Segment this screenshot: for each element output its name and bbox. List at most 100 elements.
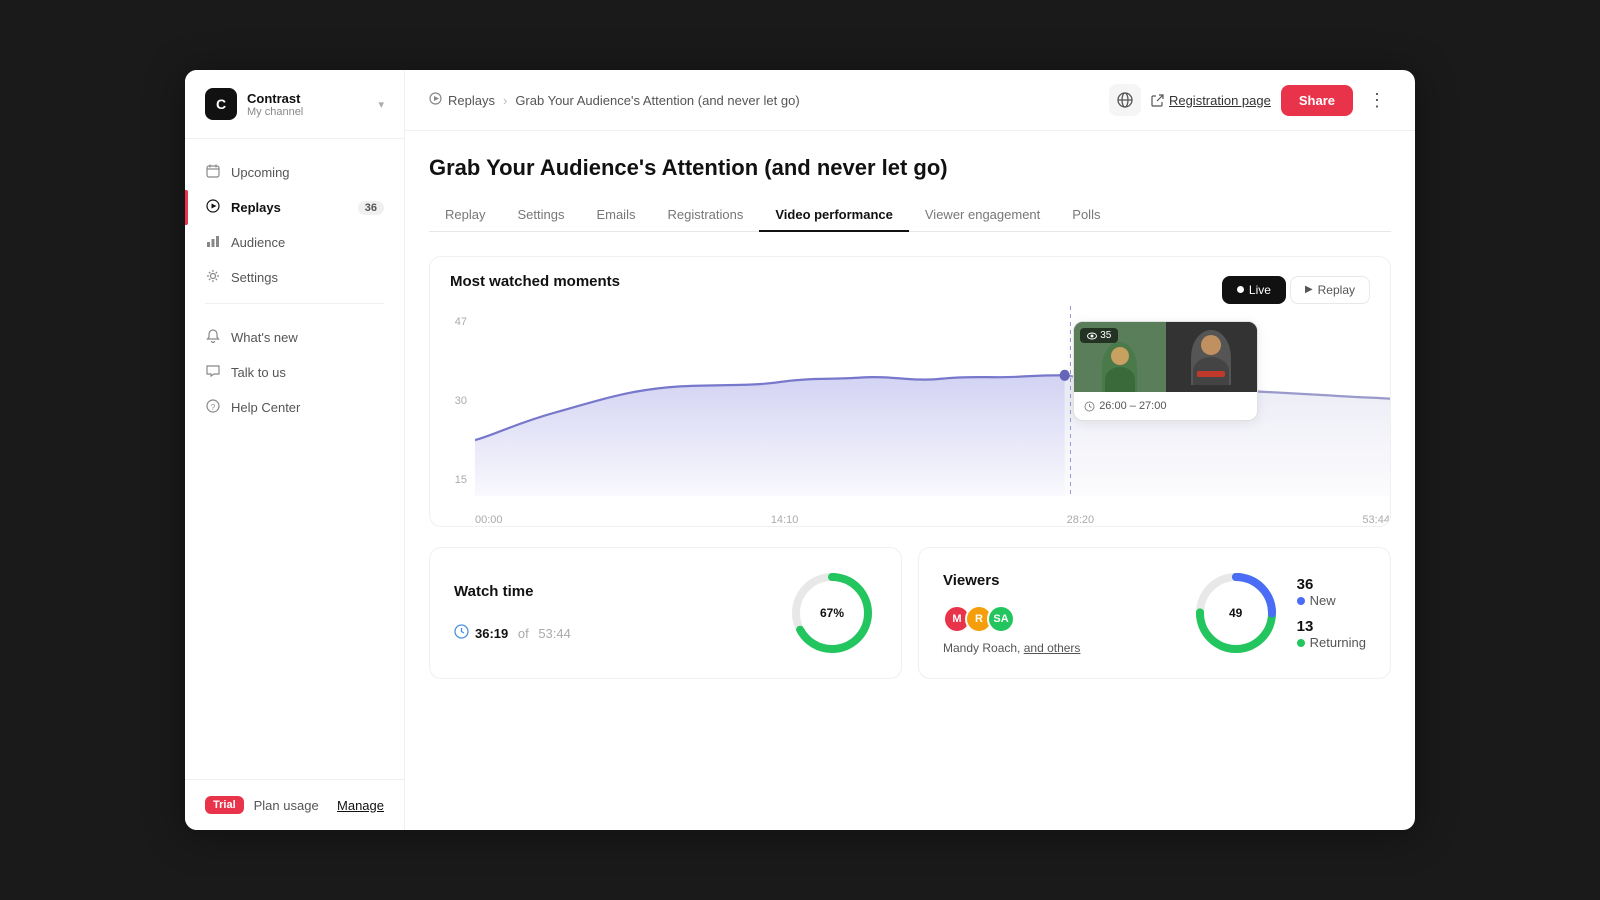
tooltip-preview: 35 (1074, 322, 1257, 392)
x-label-3: 53:44 (1362, 514, 1390, 526)
y-label-30: 30 (430, 395, 475, 407)
viewers-card: Viewers M R SA Mandy Roach, and others (918, 547, 1391, 679)
calendar-icon (205, 164, 221, 181)
audience-label: Audience (231, 235, 285, 250)
replays-badge: 36 (358, 201, 384, 215)
sidebar-item-upcoming[interactable]: Upcoming (185, 155, 404, 190)
settings-icon (205, 269, 221, 286)
watch-time-watched: 36:19 (475, 626, 508, 641)
breadcrumb-root-label: Replays (448, 93, 495, 108)
svg-text:?: ? (211, 403, 216, 412)
viewers-count: 49 (1229, 604, 1242, 622)
sidebar-item-audience[interactable]: Audience (185, 225, 404, 260)
sidebar-item-help-center[interactable]: ? Help Center (185, 390, 404, 425)
sidebar-item-talk-to-us[interactable]: Talk to us (185, 355, 404, 390)
nav-divider (205, 303, 384, 304)
viewers-names: Mandy Roach, and others (943, 641, 1191, 655)
watch-time-donut: 67% (787, 568, 877, 658)
watch-time-info: Watch time 36:19 of 53:44 (454, 583, 787, 643)
avatar-3: SA (987, 605, 1015, 633)
y-label-47: 47 (430, 316, 475, 328)
legend-returning: 13 Returning (1297, 618, 1366, 650)
toggle-replay-button[interactable]: ▶ Replay (1290, 276, 1370, 304)
breadcrumb-separator: › (503, 93, 507, 108)
y-label-15: 15 (430, 474, 475, 486)
tab-viewer-engagement[interactable]: Viewer engagement (909, 199, 1056, 232)
watch-time-value: 36:19 of 53:44 (454, 624, 787, 643)
sidebar: C Contrast My channel ▾ Upcoming (185, 70, 405, 830)
replay-icon (205, 199, 221, 216)
chart-toggle: Live ▶ Replay (1222, 276, 1370, 304)
topbar-actions: Registration page Share ⋮ (1109, 84, 1391, 116)
app-name: Contrast (247, 91, 368, 106)
manage-link[interactable]: Manage (337, 798, 384, 813)
talk-to-us-label: Talk to us (231, 365, 286, 380)
upcoming-label: Upcoming (231, 165, 290, 180)
and-others-link[interactable]: and others (1024, 641, 1081, 655)
chart-wrapper: 47 30 15 (430, 306, 1390, 526)
returning-count: 13 (1297, 618, 1366, 635)
main-content: Replays › Grab Your Audience's Attention… (405, 70, 1415, 830)
registration-page-button[interactable]: Registration page (1151, 93, 1271, 108)
x-label-0: 00:00 (475, 514, 503, 526)
chart-x-labels: 00:00 14:10 28:20 53:44 (475, 514, 1390, 526)
legend-new: 36 New (1297, 576, 1366, 608)
settings-label: Settings (231, 270, 278, 285)
app-logo-icon: C (205, 88, 237, 120)
new-dot (1297, 597, 1305, 605)
chart-y-labels: 47 30 15 (430, 306, 475, 496)
plan-usage-label: Plan usage (254, 798, 319, 813)
watch-time-title: Watch time (454, 583, 787, 600)
watch-time-percent: 67% (820, 604, 844, 622)
help-center-label: Help Center (231, 400, 300, 415)
viewer-avatars: M R SA (943, 605, 1191, 633)
clock-icon (454, 624, 469, 643)
tab-emails[interactable]: Emails (580, 199, 651, 232)
chart-header: Most watched moments Live ▶ Replay (430, 257, 1390, 306)
sidebar-item-replays[interactable]: Replays 36 (185, 190, 404, 225)
tooltip-time-range: 26:00 – 27:00 (1084, 400, 1247, 412)
tab-polls[interactable]: Polls (1056, 199, 1116, 232)
chart-marker-line (1070, 306, 1071, 496)
replays-label: Replays (231, 200, 281, 215)
chart-tooltip: 35 (1073, 321, 1258, 421)
tab-video-performance[interactable]: Video performance (759, 199, 909, 232)
viewers-info: Viewers M R SA Mandy Roach, and others (943, 572, 1191, 655)
returning-label: Returning (1310, 635, 1366, 650)
chat-icon (205, 364, 221, 381)
returning-dot (1297, 639, 1305, 647)
x-label-1: 14:10 (771, 514, 799, 526)
audience-icon (205, 234, 221, 251)
viewers-right: 49 36 New (1191, 568, 1366, 658)
more-options-button[interactable]: ⋮ (1363, 86, 1391, 114)
play-circle-icon (429, 92, 442, 108)
registration-page-label: Registration page (1169, 93, 1271, 108)
footer: Trial Plan usage Manage (185, 779, 404, 830)
sidebar-item-whats-new[interactable]: What's new (185, 320, 404, 355)
breadcrumb-current-label: Grab Your Audience's Attention (and neve… (515, 93, 799, 108)
tab-registrations[interactable]: Registrations (651, 199, 759, 232)
channel-name: My channel (247, 106, 368, 118)
page-title: Grab Your Audience's Attention (and neve… (429, 155, 1391, 181)
tab-settings[interactable]: Settings (501, 199, 580, 232)
whats-new-label: What's new (231, 330, 298, 345)
sidebar-item-settings[interactable]: Settings (185, 260, 404, 295)
tab-replay[interactable]: Replay (429, 199, 501, 232)
share-button[interactable]: Share (1281, 85, 1353, 116)
stats-row: Watch time 36:19 of 53:44 (429, 547, 1391, 679)
globe-button[interactable] (1109, 84, 1141, 116)
caret-down-icon[interactable]: ▾ (378, 98, 384, 111)
topbar: Replays › Grab Your Audience's Attention… (405, 70, 1415, 131)
breadcrumb: Replays › Grab Your Audience's Attention… (429, 92, 800, 108)
logo-area[interactable]: C Contrast My channel ▾ (185, 70, 404, 139)
watch-time-of: of (514, 626, 532, 641)
help-icon: ? (205, 399, 221, 416)
breadcrumb-root[interactable]: Replays (429, 92, 495, 108)
toggle-live-button[interactable]: Live (1222, 276, 1286, 304)
page-body: Grab Your Audience's Attention (and neve… (405, 131, 1415, 830)
watch-time-total: 53:44 (538, 626, 571, 641)
tooltip-viewer-count: 35 (1080, 328, 1118, 343)
viewers-title: Viewers (943, 572, 1191, 589)
bell-icon (205, 329, 221, 346)
content-tabs: Replay Settings Emails Registrations Vid… (429, 199, 1391, 232)
